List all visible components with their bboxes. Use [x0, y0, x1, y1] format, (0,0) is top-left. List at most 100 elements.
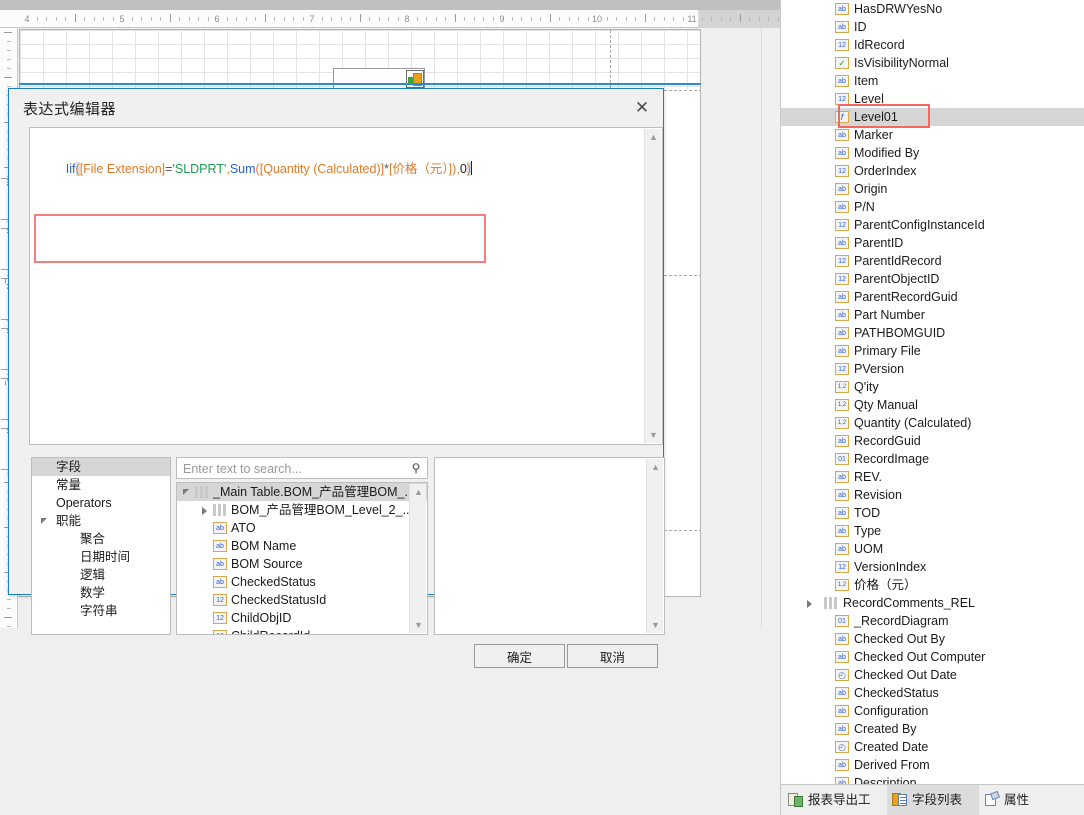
field-list[interactable]: ab HasDRWYesNo ab ID 12 IdRecord ✓ IsVisibility… — [781, 0, 1084, 784]
panel-tab-export[interactable]: 报表导出工具 — [783, 785, 887, 815]
field-list-item[interactable]: 01 _RecordDiagram — [781, 612, 1084, 630]
chevron-down-icon[interactable]: ▼ — [647, 617, 664, 633]
field-list-item[interactable]: 12 ParentObjectID — [781, 270, 1084, 288]
search-icon[interactable]: ⚲ — [405, 458, 427, 478]
field-list-item[interactable]: ab Configuration — [781, 702, 1084, 720]
tree-node[interactable]: _Main Table.BOM_产品管理BOM_... — [177, 483, 427, 501]
field-tree-scrollbar[interactable]: ▲ ▼ — [409, 484, 426, 633]
collapse-arrow-icon[interactable] — [806, 600, 814, 608]
field-list-item[interactable]: 12 VersionIndex — [781, 558, 1084, 576]
search-input[interactable] — [181, 460, 403, 477]
tree-node[interactable]: ab BOM Name — [177, 537, 427, 555]
category-item[interactable]: Operators — [32, 494, 170, 512]
field-list-item[interactable]: ab Checked Out By — [781, 630, 1084, 648]
chevron-up-icon[interactable]: ▲ — [410, 484, 427, 500]
category-item[interactable]: 聚合 — [32, 530, 170, 548]
field-list-item[interactable]: 12 PVersion — [781, 360, 1084, 378]
cancel-button[interactable]: 取消 — [567, 644, 658, 668]
field-list-item[interactable]: ab Revision — [781, 486, 1084, 504]
field-list-item[interactable]: ab Part Number — [781, 306, 1084, 324]
expand-arrow-icon[interactable] — [183, 489, 191, 497]
expression-input-area[interactable]: Iif([File Extension]='SLDPRT',Sum([Quant… — [29, 127, 663, 445]
field-list-item[interactable]: 1,2 价格（元） — [781, 576, 1084, 594]
field-list-item[interactable]: ab P/N — [781, 198, 1084, 216]
horizontal-ruler[interactable]: 4 5 6 7 8 9 10 11 — [0, 10, 780, 28]
category-list[interactable]: 字段 常量 Operators 职能 聚合 日期时间 逻辑 数学 字符串 — [31, 457, 171, 635]
field-list-item[interactable]: ab CheckedStatus — [781, 684, 1084, 702]
description-scrollbar[interactable]: ▲ ▼ — [646, 459, 663, 633]
field-list-item[interactable]: ab REV. — [781, 468, 1084, 486]
field-list-item[interactable]: RecordComments_REL — [781, 594, 1084, 612]
field-list-item[interactable]: ab Item — [781, 72, 1084, 90]
field-list-item[interactable]: 1,2 Quantity (Calculated) — [781, 414, 1084, 432]
field-list-item[interactable]: ab Modified By — [781, 144, 1084, 162]
field-list-item[interactable]: ab Origin — [781, 180, 1084, 198]
field-list-item[interactable]: 12 OrderIndex — [781, 162, 1084, 180]
field-tree[interactable]: _Main Table.BOM_产品管理BOM_... BOM_产品管理BOM_L… — [176, 482, 428, 635]
chevron-down-icon[interactable]: ▼ — [410, 617, 427, 633]
category-item[interactable]: 字段 — [32, 458, 170, 476]
field-list-item[interactable]: ab UOM — [781, 540, 1084, 558]
field-list-item[interactable]: ab Type — [781, 522, 1084, 540]
field-list-label: Checked Out Date — [854, 668, 957, 682]
field-list-item[interactable]: ab TOD — [781, 504, 1084, 522]
field-list-item[interactable]: 1,2 Q'ity — [781, 378, 1084, 396]
expression-scrollbar[interactable]: ▲ ▼ — [644, 129, 661, 443]
token-zero: 0 — [459, 162, 467, 176]
canvas-vertical-scrollbar[interactable] — [761, 28, 780, 628]
close-icon[interactable]: ✕ — [630, 97, 654, 119]
field-list-item[interactable]: ab ParentRecordGuid — [781, 288, 1084, 306]
panel-tab-bar[interactable]: 报表导出工具 字段列表 属性 — [781, 784, 1084, 815]
field-list-item[interactable]: 01 RecordImage — [781, 450, 1084, 468]
field-list-item[interactable]: ab Marker — [781, 126, 1084, 144]
search-box[interactable]: ⚲ — [176, 457, 428, 479]
collapse-arrow-icon[interactable] — [201, 507, 209, 515]
field-list-item[interactable]: ✓ IsVisibilityNormal — [781, 54, 1084, 72]
field-list-item[interactable]: 12 IdRecord — [781, 36, 1084, 54]
field-list-item[interactable]: ab ParentID — [781, 234, 1084, 252]
expand-arrow-icon[interactable] — [41, 518, 48, 525]
tree-node[interactable]: ab CheckedStatus — [177, 573, 427, 591]
field-list-label: REV. — [854, 470, 883, 484]
chevron-up-icon[interactable]: ▲ — [645, 129, 662, 145]
field-list-label: Level01 — [854, 110, 898, 124]
chevron-down-icon[interactable]: ▼ — [645, 427, 662, 443]
ok-button[interactable]: 确定 — [474, 644, 565, 668]
field-list-item[interactable]: ab Description — [781, 774, 1084, 784]
tree-node[interactable]: BOM_产品管理BOM_Level_2_... — [177, 501, 427, 519]
category-item[interactable]: 日期时间 — [32, 548, 170, 566]
ruler-tick — [644, 14, 646, 22]
field-list-item[interactable]: ab HasDRWYesNo — [781, 0, 1084, 18]
chevron-up-icon[interactable]: ▲ — [647, 459, 664, 475]
category-item[interactable]: 常量 — [32, 476, 170, 494]
field-list-item[interactable]: ◴ Created Date — [781, 738, 1084, 756]
tree-node[interactable]: 12 ChildRecordId — [177, 627, 427, 634]
tree-node[interactable]: ab BOM Source — [177, 555, 427, 573]
field-list-item[interactable]: 12 ParentConfigInstanceId — [781, 216, 1084, 234]
field-list-item[interactable]: ab Checked Out Computer — [781, 648, 1084, 666]
tree-node[interactable]: 12 ChildObjID — [177, 609, 427, 627]
field-list-item[interactable]: ab ID — [781, 18, 1084, 36]
tree-node[interactable]: ab ATO — [177, 519, 427, 537]
field-list-item[interactable]: 1,2 Qty Manual — [781, 396, 1084, 414]
smart-tag-icon[interactable] — [406, 70, 424, 88]
tree-node[interactable]: 12 CheckedStatusId — [177, 591, 427, 609]
field-list-item[interactable]: 12 ParentIdRecord — [781, 252, 1084, 270]
category-item[interactable]: 字符串 — [32, 602, 170, 620]
field-list-item[interactable]: ab Created By — [781, 720, 1084, 738]
panel-tab-field-list[interactable]: 字段列表 — [887, 785, 979, 815]
category-item[interactable]: 逻辑 — [32, 566, 170, 584]
panel-tab-label: 字段列表 — [912, 793, 963, 807]
field-list-item[interactable]: 12 Level — [781, 90, 1084, 108]
category-item[interactable]: 职能 — [32, 512, 170, 530]
field-list-item[interactable]: ab PATHBOMGUID — [781, 324, 1084, 342]
field-list-item[interactable]: f Level01 — [781, 108, 1084, 126]
expression-text[interactable]: Iif([File Extension]='SLDPRT',Sum([Quant… — [38, 142, 642, 196]
category-item[interactable]: 数学 — [32, 584, 170, 602]
field-list-item[interactable]: ab Derived From — [781, 756, 1084, 774]
text-field-icon: ab — [835, 291, 849, 303]
field-list-item[interactable]: ◴ Checked Out Date — [781, 666, 1084, 684]
field-list-item[interactable]: ab RecordGuid — [781, 432, 1084, 450]
panel-tab-properties[interactable]: 属性 — [979, 785, 1045, 815]
field-list-item[interactable]: ab Primary File — [781, 342, 1084, 360]
